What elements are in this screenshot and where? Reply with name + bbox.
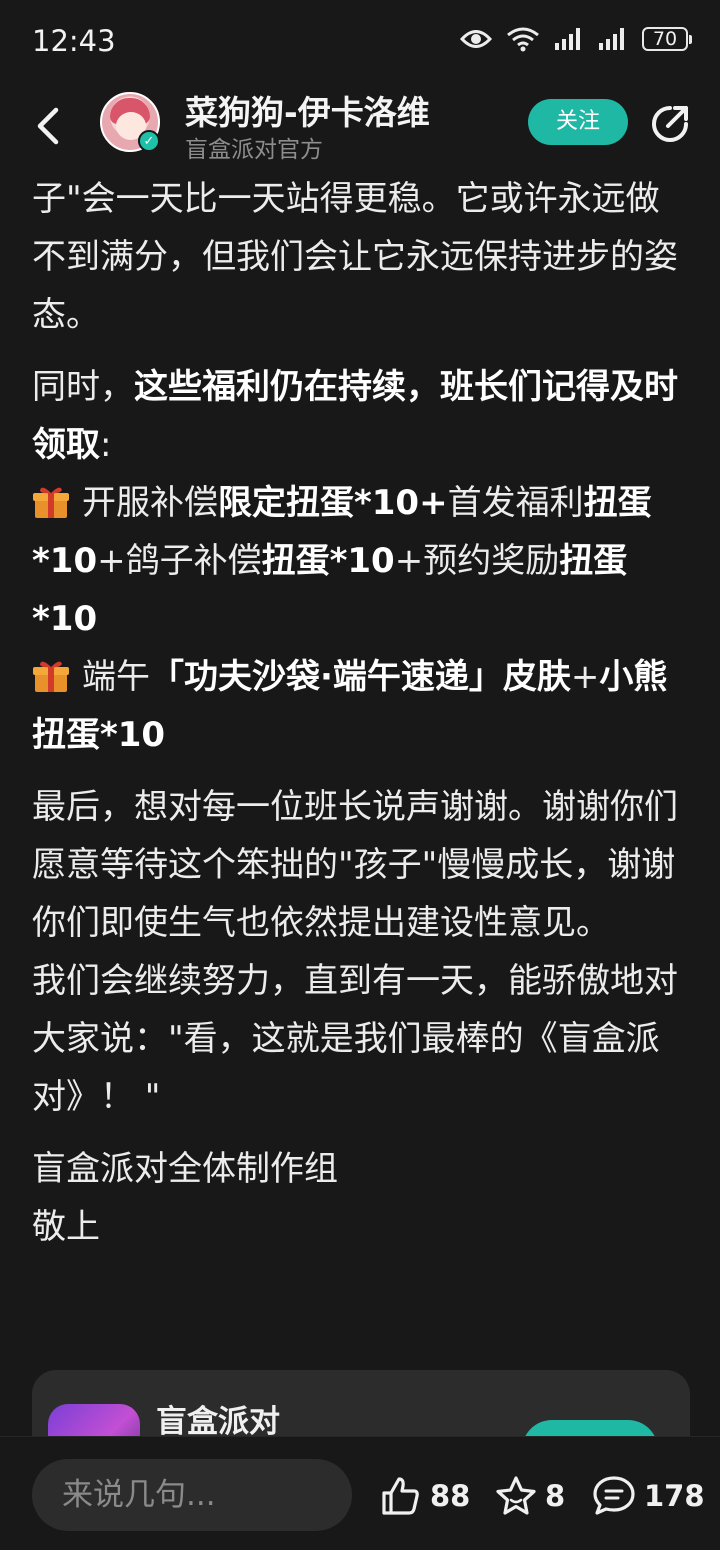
benefit-line-2: 端午「功夫沙袋·端午速递」皮肤+小熊扭蛋*10 [32,648,692,764]
benefit-1-e: +鸽子补偿 [97,541,262,581]
benefit-1-b: 限定扭蛋*10+ [218,483,448,523]
benefit-1-g: +预约奖励 [394,541,560,581]
signal-icon [555,28,580,50]
benefit-1-a: 开服补偿 [82,483,218,523]
comment-count: 178 [644,1479,705,1513]
favorite-button[interactable]: 8 [495,1475,565,1517]
paragraph-2: 同时，这些福利仍在持续，班长们记得及时领取: [32,358,692,474]
signature-closing: 敬上 [32,1207,100,1247]
verified-badge-icon: ✓ [138,130,160,152]
comment-bubble-icon [593,1476,635,1515]
follow-button[interactable]: 关注 [528,99,628,145]
eye-icon [460,30,492,48]
paragraph-2-text: 同时， [32,367,134,407]
star-icon [496,1476,536,1515]
comment-input[interactable]: 来说几句... [32,1459,352,1531]
benefit-2-a: 端午 [82,657,150,697]
author-name[interactable]: 菜狗狗-伊卡洛维 [185,86,430,134]
paragraph-5: 最后，想对每一位班长说声谢谢。谢谢你们愿意等待这个笨拙的"孩子"慢慢成长，谢谢你… [32,787,678,943]
game-card-title: 盲盒派对 [156,1404,280,1440]
author-avatar[interactable]: ✓ [100,92,160,152]
wifi-icon [507,27,539,52]
signal-icon-2 [599,28,624,50]
post-header: ✓ 菜狗狗-伊卡洛维 盲盒派对官方 关注 [0,86,720,166]
thumbs-up-icon [382,1477,419,1515]
benefit-2-b: 「功夫沙袋·端午速递」皮肤 [150,657,571,697]
signature-team: 盲盒派对全体制作组 [32,1149,338,1189]
benefit-1-f: 扭蛋*10 [261,541,395,581]
comment-button[interactable]: 178 [592,1475,705,1517]
gift-icon [32,480,70,518]
status-time: 12:43 [32,24,116,58]
like-count: 88 [430,1479,471,1513]
gift-icon [32,654,70,692]
benefit-line-1: 开服补偿限定扭蛋*10+首发福利扭蛋*10+鸽子补偿扭蛋*10+预约奖励扭蛋*1… [32,474,692,648]
battery-indicator: 70 [642,27,692,51]
paragraph-6: 我们会继续努力，直到有一天，能骄傲地对大家说："看，这就是我们最棒的《盲盒派对》… [32,961,678,1117]
benefit-1-c: 首发福利 [447,483,584,523]
status-icons: 70 [460,26,692,52]
favorite-count: 8 [545,1479,566,1513]
bottom-action-bar: 来说几句... 88 8 178 [0,1436,720,1550]
author-subtitle: 盲盒派对官方 [185,137,323,163]
like-button[interactable]: 88 [380,1475,470,1517]
post-body: 子"会一天比一天站得更稳。它或许永远做不到满分，但我们会让它永远保持进步的姿态。… [32,170,692,1256]
paragraph-1: 子"会一天比一天站得更稳。它或许永远做不到满分，但我们会让它永远保持进步的姿态。 [32,179,678,335]
paragraph-2-colon: : [100,425,112,465]
status-bar: 12:43 70 [0,0,720,86]
share-icon[interactable] [648,102,692,146]
back-arrow-icon[interactable] [28,104,72,148]
benefit-2-c: + [570,657,600,697]
